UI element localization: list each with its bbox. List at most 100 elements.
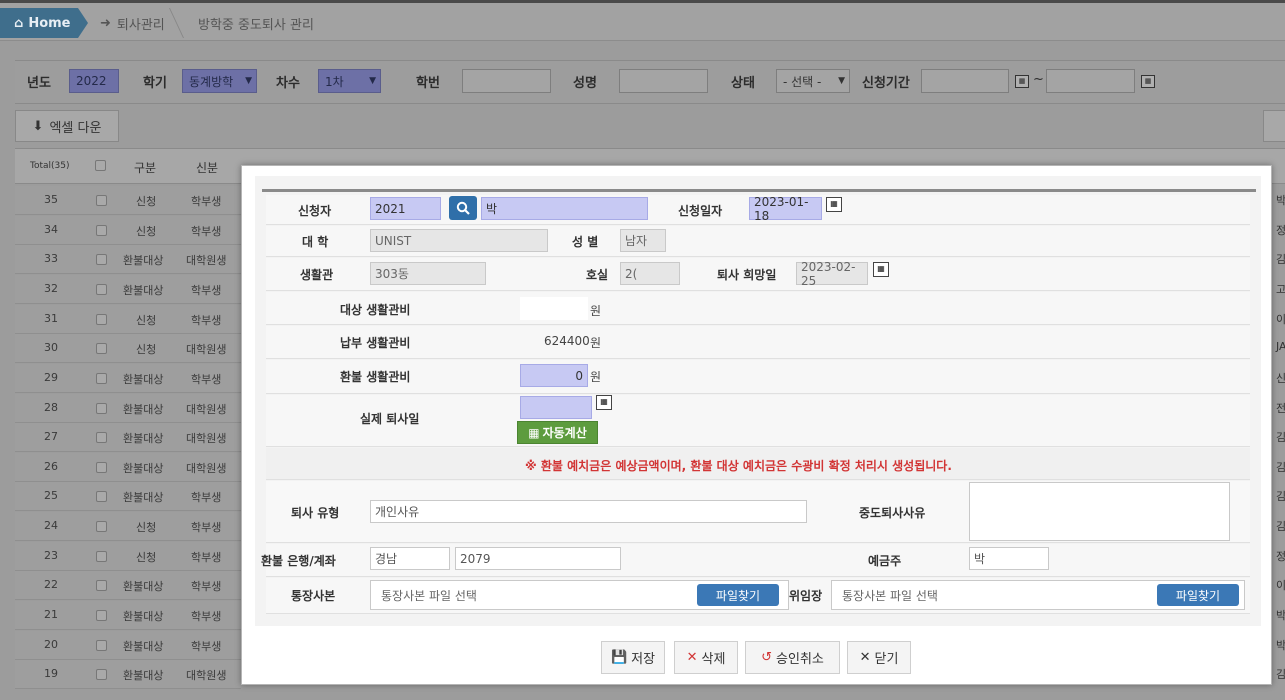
row-checkbox[interactable]	[96, 373, 107, 384]
leave-reason-label: 중도퇴사사유	[859, 506, 926, 520]
leave-reason-textarea[interactable]	[969, 482, 1230, 541]
list-item: 이	[1272, 305, 1285, 334]
close-icon: ✕	[859, 650, 871, 665]
toolbar-right-button[interactable]	[1263, 110, 1285, 142]
table-row[interactable]: 30 신청 대학원생	[15, 334, 241, 363]
row-checkbox[interactable]	[96, 254, 107, 265]
table-row[interactable]: 19 환불대상 대학원생	[15, 660, 241, 689]
status-select[interactable]: - 선택 - ▼	[776, 69, 850, 93]
row-number: 35	[44, 193, 58, 206]
row-number: 24	[44, 519, 58, 532]
refund-fee-currency: 원	[590, 370, 602, 384]
period-end-input[interactable]	[1046, 69, 1135, 93]
semester-select[interactable]: 동계방학 ▼	[182, 69, 257, 93]
table-row[interactable]: 27 환불대상 대학원생	[15, 423, 241, 452]
calendar-icon[interactable]: ▦	[1141, 75, 1155, 88]
table-row[interactable]: 32 환불대상 학부생	[15, 275, 241, 304]
select-all-checkbox[interactable]	[95, 160, 106, 171]
table-row[interactable]: 23 신청 학부생	[15, 542, 241, 571]
bank-input[interactable]: 경남	[370, 547, 450, 570]
form-row-refund-fee	[266, 360, 1250, 394]
row-checkbox[interactable]	[96, 491, 107, 502]
paid-fee-currency: 원	[590, 336, 602, 350]
row-checkbox[interactable]	[96, 462, 107, 473]
leave-type-input[interactable]: 개인사유	[370, 500, 807, 523]
row-type: 신청	[136, 195, 157, 208]
row-number: 26	[44, 460, 58, 473]
breadcrumb-level1[interactable]: ➜ 퇴사관리	[100, 8, 165, 38]
close-button[interactable]: ✕ 닫기	[847, 641, 911, 674]
desired-date-field[interactable]: 2023-02-25	[796, 260, 868, 288]
save-button[interactable]: 💾 저장	[601, 641, 665, 674]
row-checkbox[interactable]	[96, 521, 107, 532]
row-checkbox[interactable]	[96, 669, 107, 680]
apply-date-input[interactable]: 2023-01-18	[749, 195, 822, 223]
year-select[interactable]: 2022	[69, 69, 119, 93]
list-item: 정	[1272, 542, 1285, 571]
delete-button[interactable]: ✕ 삭제	[674, 641, 738, 674]
row-checkbox[interactable]	[96, 343, 107, 354]
account-input[interactable]: 2079	[455, 547, 621, 570]
room-field: 2(	[620, 262, 680, 285]
holder-input[interactable]: 박	[969, 547, 1049, 570]
applicant-name-input[interactable]: 박	[481, 197, 648, 220]
table-row[interactable]: 20 환불대상 학부생	[15, 631, 241, 660]
row-checkbox[interactable]	[96, 610, 107, 621]
refund-notice: ※ 환불 예치금은 예상금액이며, 환불 대상 예치금은 수광비 확정 처리시 …	[525, 459, 952, 473]
table-row[interactable]: 29 환불대상 학부생	[15, 364, 241, 393]
gender-label: 성 별	[572, 235, 599, 249]
row-checkbox[interactable]	[96, 403, 107, 414]
calendar-icon[interactable]: ▦	[873, 262, 889, 277]
table-row[interactable]: 34 신청 학부생	[15, 216, 241, 245]
table-row[interactable]: 33 환불대상 대학원생	[15, 245, 241, 274]
applicant-search-button[interactable]	[449, 196, 477, 220]
row-type: 신청	[136, 343, 157, 356]
table-row[interactable]: 35 신청 학부생	[15, 186, 241, 215]
proxy-file-button[interactable]: 파일찾기	[1157, 584, 1239, 606]
period-start-input[interactable]	[921, 69, 1009, 93]
row-checkbox[interactable]	[96, 195, 107, 206]
student-no-input[interactable]	[462, 69, 551, 93]
row-checkbox[interactable]	[96, 314, 107, 325]
table-row[interactable]: 31 신청 학부생	[15, 305, 241, 334]
row-number: 27	[44, 430, 58, 443]
actual-date-input[interactable]	[520, 396, 592, 419]
calendar-icon[interactable]: ▦	[1015, 75, 1029, 88]
apply-date-label: 신청일자	[678, 204, 723, 218]
table-row[interactable]: 25 환불대상 학부생	[15, 482, 241, 511]
list-item: 박	[1272, 601, 1285, 630]
table-row[interactable]: 28 환불대상 대학원생	[15, 394, 241, 423]
table-row[interactable]: 26 환불대상 대학원생	[15, 453, 241, 482]
auto-calculate-button[interactable]: ▦ 자동계산	[517, 421, 598, 444]
calendar-icon[interactable]: ▦	[826, 197, 842, 212]
table-row[interactable]: 21 환불대상 학부생	[15, 601, 241, 630]
applicant-id-input[interactable]: 2021	[370, 197, 441, 220]
header-type: 구분	[134, 161, 157, 175]
cancel-approval-button[interactable]: ↺ 승인취소	[745, 641, 840, 674]
header-status: 신분	[196, 161, 219, 175]
row-checkbox[interactable]	[96, 432, 107, 443]
name-input[interactable]	[619, 69, 708, 93]
refund-fee-input[interactable]: 0	[520, 364, 588, 387]
status-label: 상태	[731, 76, 755, 91]
row-tail: 박	[1276, 639, 1285, 652]
table-row[interactable]: 24 신청 학부생	[15, 512, 241, 541]
room-label: 호실	[586, 268, 609, 282]
row-checkbox[interactable]	[96, 284, 107, 295]
chevron-down-icon: ▼	[838, 76, 845, 86]
row-checkbox[interactable]	[96, 640, 107, 651]
calendar-icon[interactable]: ▦	[596, 395, 612, 410]
row-checkbox[interactable]	[96, 225, 107, 236]
bankbook-file-button[interactable]: 파일찾기	[697, 584, 779, 606]
round-select[interactable]: 1차 ▼	[318, 69, 381, 93]
row-tail: 김	[1276, 253, 1285, 266]
row-status: 대학원생	[186, 403, 227, 416]
row-number: 21	[44, 608, 58, 621]
row-checkbox[interactable]	[96, 551, 107, 562]
row-checkbox[interactable]	[96, 580, 107, 591]
table-row[interactable]: 22 환불대상 학부생	[15, 571, 241, 600]
row-tail: 김	[1276, 461, 1285, 474]
excel-download-button[interactable]: ⬇ 엑셀 다운	[15, 110, 119, 142]
home-breadcrumb[interactable]: ⌂ Home	[0, 8, 88, 38]
row-tail: 김	[1276, 520, 1285, 533]
